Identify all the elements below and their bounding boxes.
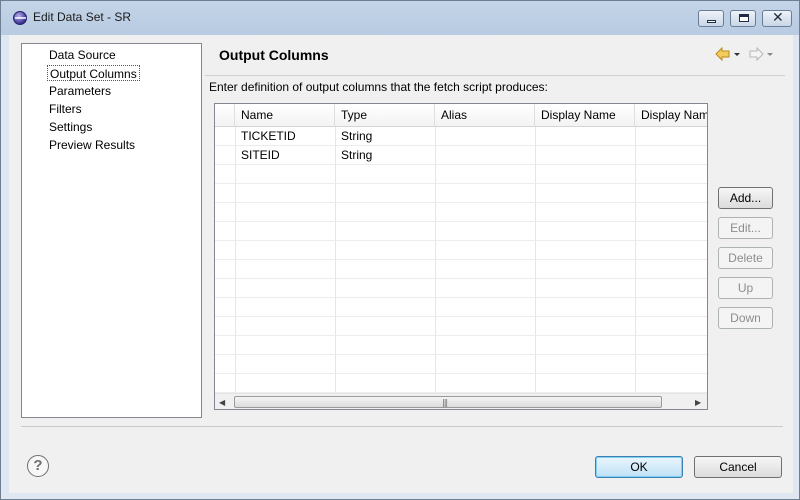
add-button[interactable]: Add...: [718, 187, 773, 209]
minimize-icon: [707, 20, 716, 23]
grip-icon: |||: [442, 398, 448, 407]
table-row-empty: [215, 165, 707, 184]
maximize-icon: [739, 14, 749, 22]
up-button[interactable]: Up: [718, 277, 773, 299]
table-row-empty: [215, 279, 707, 298]
scroll-left-icon[interactable]: ◀: [219, 398, 225, 407]
horizontal-scrollbar[interactable]: ◀ ||| ▶: [215, 393, 707, 409]
table-row-empty: [215, 203, 707, 222]
column-header-type[interactable]: Type: [335, 104, 435, 127]
header-separator: [205, 75, 785, 76]
table-body: TICKETID String SITEID String: [215, 127, 707, 393]
cell-name: TICKETID: [241, 129, 296, 143]
close-button[interactable]: ✕: [762, 10, 792, 27]
row-header-cell: [215, 104, 235, 127]
output-columns-table[interactable]: Name Type Alias Display Name Display Nam…: [214, 103, 708, 410]
dialog-body: Data Source Output Columns Parameters Fi…: [9, 35, 793, 493]
table-row-empty: [215, 241, 707, 260]
eclipse-app-icon: [13, 11, 27, 25]
down-button[interactable]: Down: [718, 307, 773, 329]
ok-button[interactable]: OK: [595, 456, 683, 478]
maximize-button[interactable]: [730, 10, 756, 27]
nav-item-preview-results[interactable]: Preview Results: [47, 137, 137, 153]
scrollbar-thumb[interactable]: |||: [234, 396, 662, 408]
scroll-right-icon[interactable]: ▶: [695, 398, 701, 407]
page-title: Output Columns: [219, 47, 329, 63]
column-header-display-name[interactable]: Display Name: [535, 104, 635, 127]
column-header-name[interactable]: Name: [235, 104, 335, 127]
arrow-right-icon[interactable]: [748, 45, 764, 63]
title-bar[interactable]: Edit Data Set - SR ✕: [1, 1, 799, 35]
minimize-button[interactable]: [698, 10, 724, 27]
table-row-empty: [215, 260, 707, 279]
arrow-left-icon[interactable]: [715, 45, 731, 63]
table-row-empty: [215, 317, 707, 336]
cell-type: String: [341, 129, 373, 143]
column-header-display-name-key[interactable]: Display Nam: [635, 104, 707, 127]
delete-button[interactable]: Delete: [718, 247, 773, 269]
page-description: Enter definition of output columns that …: [209, 80, 548, 94]
forward-history-dropdown-icon[interactable]: [765, 45, 775, 63]
dialog-window: Edit Data Set - SR ✕ Data Source Output …: [0, 0, 800, 500]
nav-item-parameters[interactable]: Parameters: [47, 83, 113, 99]
table-row-empty: [215, 298, 707, 317]
window-title: Edit Data Set - SR: [33, 10, 132, 24]
help-icon[interactable]: ?: [27, 455, 49, 477]
table-row-empty: [215, 184, 707, 203]
back-history-dropdown-icon[interactable]: [732, 45, 742, 63]
table-row-empty: [215, 222, 707, 241]
table-row-empty: [215, 374, 707, 393]
nav-item-filters[interactable]: Filters: [47, 101, 84, 117]
edit-button[interactable]: Edit...: [718, 217, 773, 239]
nav-item-settings[interactable]: Settings: [47, 119, 94, 135]
cancel-button[interactable]: Cancel: [694, 456, 782, 478]
table-row-empty: [215, 336, 707, 355]
page-header: Output Columns: [205, 35, 793, 75]
footer-separator: [21, 426, 783, 427]
nav-item-data-source[interactable]: Data Source: [47, 47, 118, 63]
table-header: Name Type Alias Display Name Display Nam: [215, 104, 707, 127]
table-row[interactable]: TICKETID String: [215, 127, 707, 146]
table-row[interactable]: SITEID String: [215, 146, 707, 165]
cell-name: SITEID: [241, 148, 280, 162]
cell-type: String: [341, 148, 373, 162]
close-icon: ✕: [772, 10, 784, 26]
table-row-empty: [215, 355, 707, 374]
nav-item-output-columns[interactable]: Output Columns: [47, 65, 140, 81]
page-navigation-tree: Data Source Output Columns Parameters Fi…: [21, 43, 202, 418]
column-header-alias[interactable]: Alias: [435, 104, 535, 127]
